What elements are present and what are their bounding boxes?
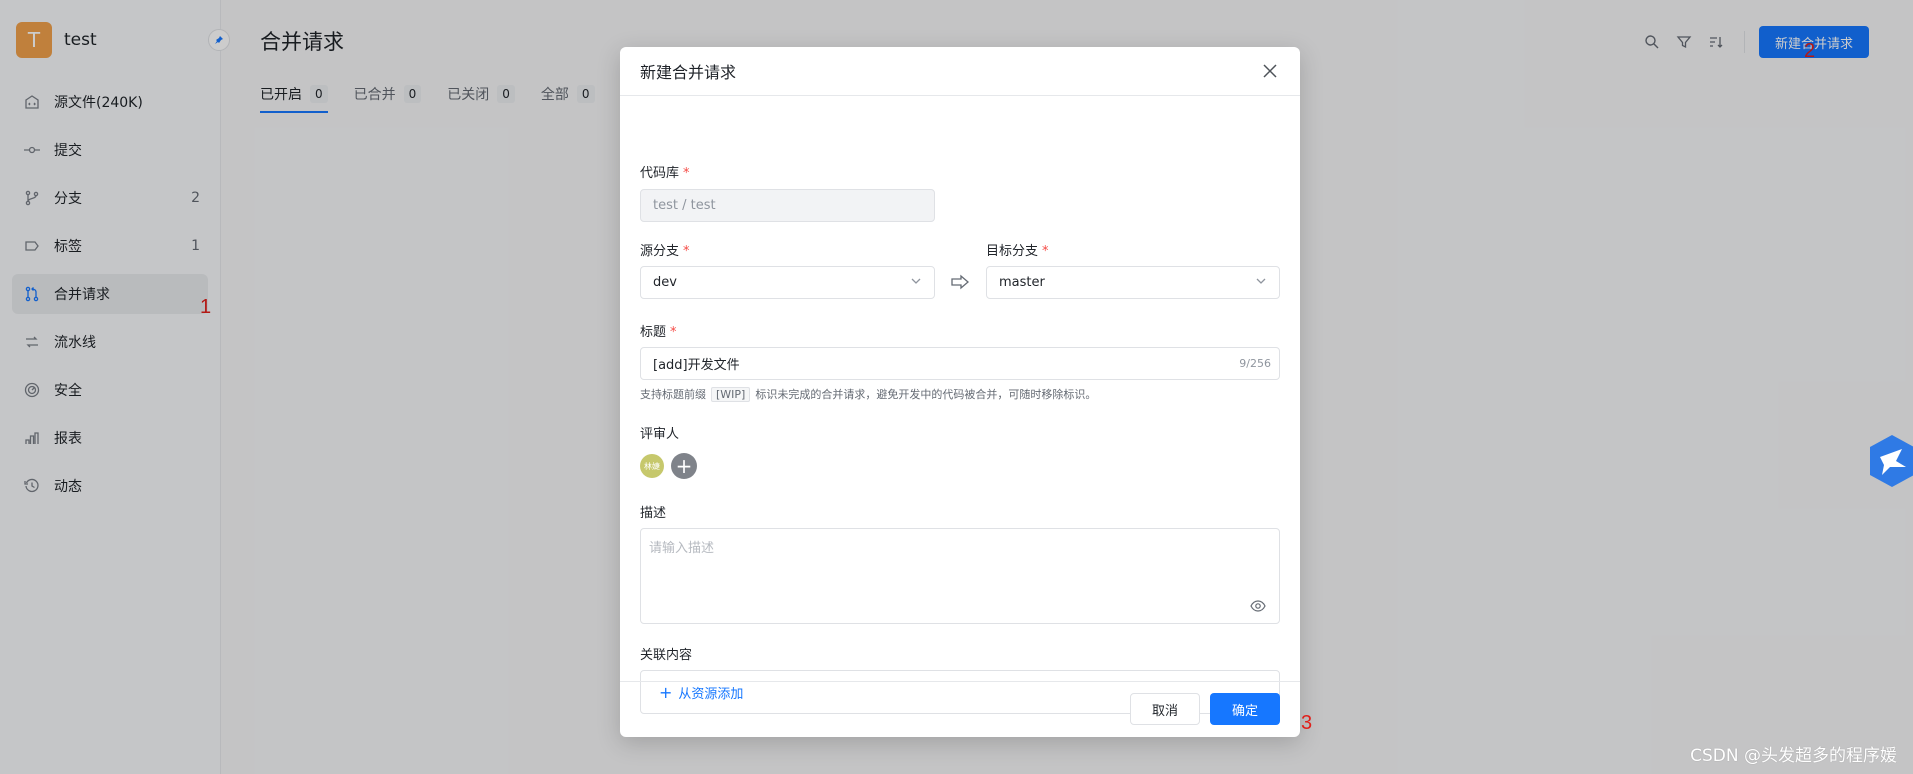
title-label: 标题 * bbox=[640, 325, 677, 340]
related-content-label: 关联内容 bbox=[640, 648, 693, 663]
dialog-title: 新建合并请求 bbox=[640, 63, 737, 82]
reviewer-avatar[interactable]: 林婕 bbox=[640, 454, 664, 478]
description-textarea[interactable]: 请输入描述 bbox=[640, 528, 1280, 624]
wip-tag: [WIP] bbox=[711, 386, 751, 402]
close-icon[interactable] bbox=[1260, 61, 1280, 81]
reviewer-label: 评审人 bbox=[640, 427, 680, 442]
new-merge-request-dialog: 新建合并请求 代码库 * test / test 源分支 * dev 目标分支 * m… bbox=[620, 47, 1300, 737]
arrow-right-icon bbox=[950, 274, 970, 294]
repo-label: 代码库 * bbox=[640, 166, 690, 181]
repo-field: test / test bbox=[640, 189, 935, 222]
chevron-down-icon bbox=[1255, 275, 1267, 291]
title-label-text: 标题 bbox=[640, 325, 667, 340]
target-branch-value: master bbox=[999, 275, 1045, 290]
repo-label-text: 代码库 bbox=[640, 166, 680, 181]
cancel-button[interactable]: 取消 bbox=[1130, 693, 1200, 725]
hint-prefix: 支持标题前缀 bbox=[640, 388, 706, 401]
source-branch-select[interactable]: dev bbox=[640, 266, 935, 299]
description-label: 描述 bbox=[640, 506, 667, 521]
title-hint: 支持标题前缀 [WIP] 标识未完成的合并请求，避免开发中的代码被合并，可随时移… bbox=[640, 386, 1096, 402]
description-placeholder: 请输入描述 bbox=[649, 541, 715, 556]
source-branch-value: dev bbox=[653, 275, 677, 290]
assistant-float-icon[interactable] bbox=[1866, 433, 1913, 489]
title-input-value: [add]开发文件 bbox=[653, 358, 740, 373]
chevron-down-icon bbox=[910, 275, 922, 291]
dialog-header: 新建合并请求 bbox=[620, 47, 1300, 96]
watermark: CSDN @头发超多的程序媛 bbox=[1690, 746, 1897, 766]
hint-suffix: 标识未完成的合并请求，避免开发中的代码被合并，可随时移除标识。 bbox=[755, 388, 1097, 401]
target-branch-label: 目标分支 * bbox=[986, 244, 1049, 259]
dialog-footer: 取消 确定 bbox=[620, 681, 1300, 737]
title-input[interactable]: [add]开发文件 9/256 bbox=[640, 347, 1280, 380]
annotation-3: 3 bbox=[1301, 712, 1313, 734]
target-branch-select[interactable]: master bbox=[986, 266, 1280, 299]
add-reviewer-icon[interactable]: + bbox=[671, 453, 697, 479]
title-char-counter: 9/256 bbox=[1239, 357, 1271, 370]
preview-eye-icon[interactable] bbox=[1250, 600, 1266, 616]
source-branch-label: 源分支 * bbox=[640, 244, 690, 259]
source-branch-label-text: 源分支 bbox=[640, 244, 680, 259]
target-branch-label-text: 目标分支 bbox=[986, 244, 1039, 259]
confirm-button[interactable]: 确定 bbox=[1210, 693, 1280, 725]
